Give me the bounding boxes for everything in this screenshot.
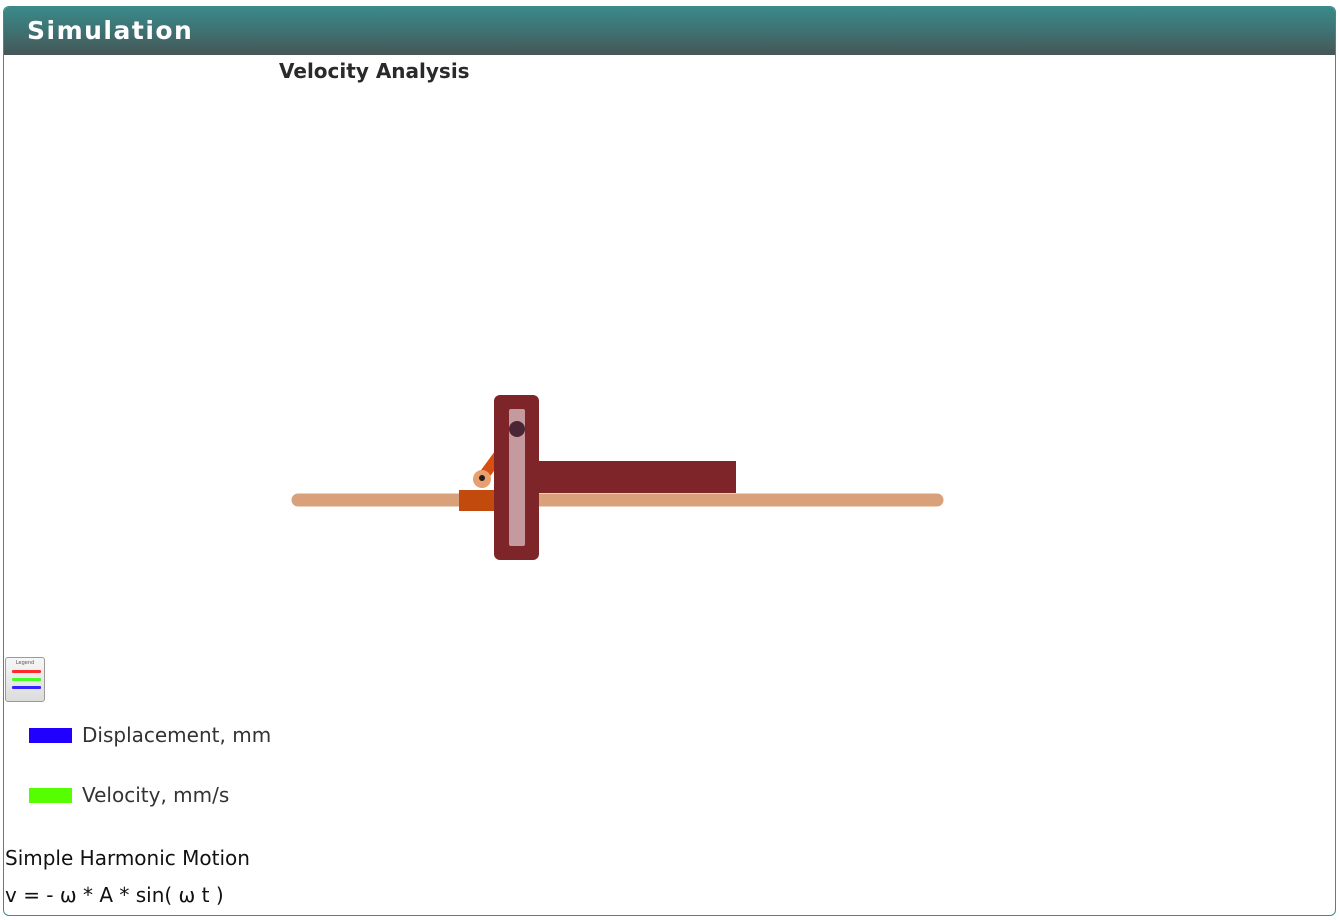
- yoke-arm: [536, 461, 736, 493]
- scotch-yoke-mechanism: [291, 395, 944, 560]
- crank-center-pin: [479, 475, 485, 481]
- legend-swatch-velocity: [29, 787, 72, 803]
- velocity-equation-text: v = - ω * A * sin( ω t ): [5, 883, 224, 907]
- legend-label-displacement: Displacement, mm: [82, 723, 272, 747]
- legend-item-displacement: Displacement, mm: [29, 723, 271, 747]
- legend-swatch-displacement: [29, 727, 72, 743]
- legend-icon-line-1: [12, 670, 41, 673]
- motion-type-text: Simple Harmonic Motion: [5, 846, 250, 870]
- legend-label-velocity: Velocity, mm/s: [82, 783, 230, 807]
- simulation-panel: Simulation Velocity Analysis Legend Disp…: [3, 6, 1336, 916]
- legend-icon-line-3: [12, 686, 41, 689]
- legend-item-velocity: Velocity, mm/s: [29, 783, 229, 807]
- legend-toggle-button[interactable]: Legend: [5, 657, 45, 702]
- legend-icon-line-2: [12, 678, 41, 681]
- crank-pin: [509, 421, 525, 437]
